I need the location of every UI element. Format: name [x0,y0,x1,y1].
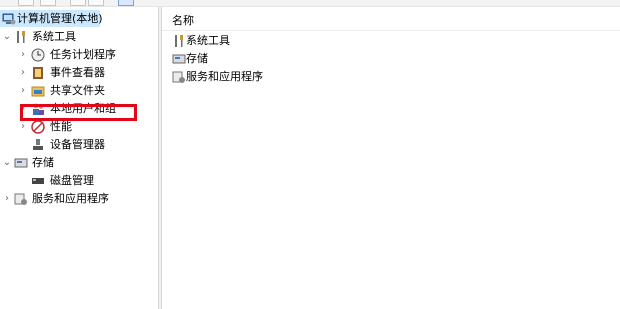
details-pane: 名称 系统工具 存储 服务和应用程序 [162,7,620,309]
toolbar-button[interactable] [70,0,86,6]
list-item-label: 系统工具 [186,34,230,47]
console-tree: 计算机管理(本地) ⌄ 系统工具 › 任务计划程序 › 事件查看器 › 共享文件… [0,7,158,309]
toolbar [0,0,620,7]
chevron-right-icon[interactable]: › [18,64,28,81]
chevron-down-icon[interactable]: ⌄ [2,154,12,171]
chevron-right-icon[interactable]: › [18,118,28,135]
toolbar-button[interactable] [88,0,104,6]
tree-item-task-scheduler[interactable]: › 任务计划程序 [0,46,150,63]
column-header-name[interactable]: 名称 [172,13,194,29]
computer-management-icon [2,13,16,25]
tree-item-performance[interactable]: › 性能 [0,118,150,135]
chevron-right-icon[interactable]: › [18,46,28,63]
performance-icon [31,120,45,134]
tree-item-label: 服务和应用程序 [32,192,109,205]
services-icon [172,71,185,83]
tree-item-label: 共享文件夹 [50,84,105,97]
tree-item-label: 性能 [50,120,72,133]
chevron-down-icon[interactable]: ⌄ [2,28,12,45]
tree-item-computer-management[interactable]: 计算机管理(本地) [0,10,103,27]
toolbar-button[interactable] [40,0,56,6]
shared-folder-icon [31,86,45,97]
event-viewer-icon [33,67,43,79]
tree-item-label: 存储 [32,156,54,169]
toolbar-button-active[interactable] [118,0,134,6]
tools-icon [175,35,183,47]
chevron-right-icon[interactable]: › [18,82,28,99]
device-manager-icon [33,139,43,150]
tree-item-event-viewer[interactable]: › 事件查看器 [0,64,150,81]
tree-item-disk-management[interactable]: 磁盘管理 [0,172,150,189]
tree-item-label: 事件查看器 [50,66,105,79]
clock-icon [31,48,45,62]
tree-item-label: 设备管理器 [50,138,105,151]
tree-item-services-apps[interactable]: › 服务和应用程序 [0,190,150,207]
list-item-label: 服务和应用程序 [186,70,263,83]
toolbar-button[interactable] [18,0,34,6]
tree-item-label: 计算机管理(本地) [17,12,103,25]
services-icon [14,193,27,205]
disk-icon [32,178,44,184]
list-item-label: 存储 [186,52,208,65]
storage-icon [14,158,28,168]
tree-item-device-manager[interactable]: 设备管理器 [0,136,150,153]
chevron-right-icon[interactable]: › [2,190,12,207]
tools-icon [17,31,25,43]
tree-item-storage[interactable]: ⌄ 存储 [0,154,150,171]
storage-icon [172,54,186,64]
header-divider [162,30,620,31]
tree-item-label: 任务计划程序 [50,48,116,61]
tree-item-label: 磁盘管理 [50,174,94,187]
tree-item-label: 系统工具 [32,30,76,43]
tree-item-system-tools[interactable]: ⌄ 系统工具 [0,28,150,45]
tree-item-shared-folders[interactable]: › 共享文件夹 [0,82,150,99]
